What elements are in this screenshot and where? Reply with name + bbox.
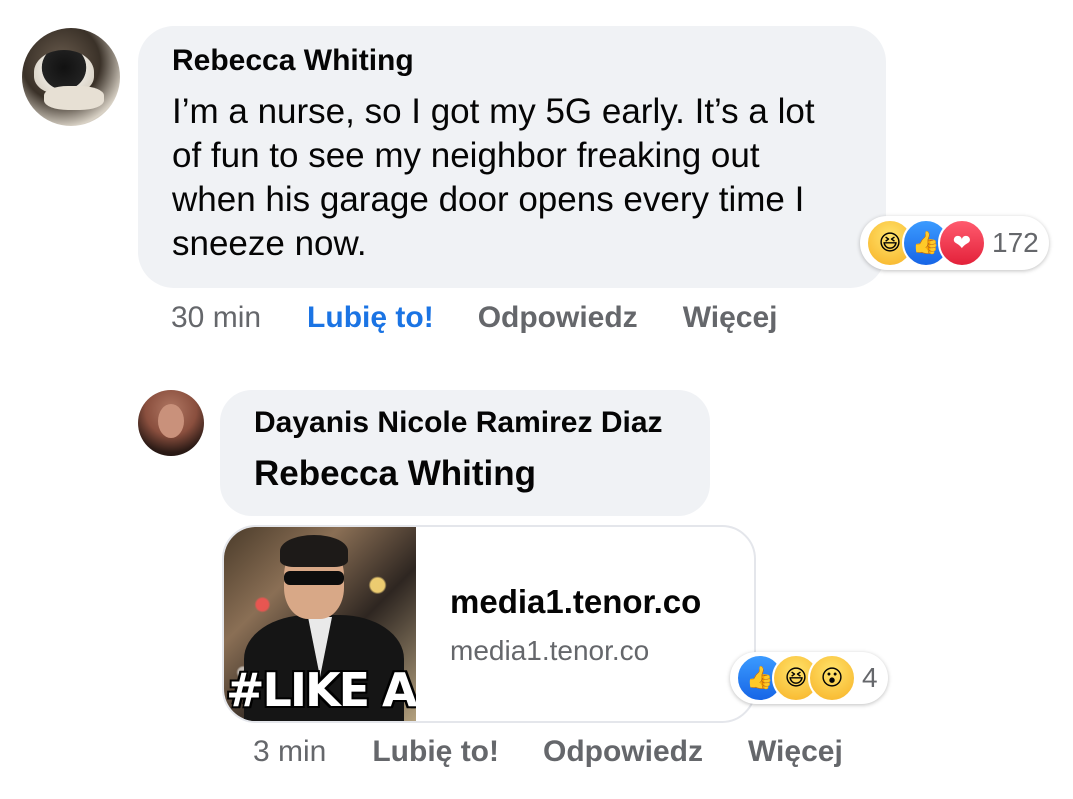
wow-icon: 😮: [808, 654, 856, 702]
link-title: media1.tenor.co: [450, 583, 702, 620]
link-preview-card[interactable]: #LIKE A BO media1.tenor.co media1.tenor.…: [222, 525, 756, 723]
sunglasses: [284, 571, 344, 585]
comment-timestamp[interactable]: 30 min: [171, 301, 261, 335]
avatar[interactable]: [138, 390, 204, 456]
avatar[interactable]: [22, 28, 120, 126]
link-domain: media1.tenor.co: [450, 635, 650, 666]
reaction-count: 4: [862, 662, 878, 693]
gif-caption: #LIKE A BO: [226, 663, 416, 717]
reply-button[interactable]: Odpowiedz: [543, 735, 703, 769]
comment-actions: 30 min Lubię to! Odpowiedz Więcej: [171, 296, 777, 340]
more-button[interactable]: Więcej: [683, 301, 778, 335]
mention-tag[interactable]: Rebecca Whiting: [254, 454, 536, 494]
comment-author[interactable]: Rebecca Whiting: [172, 44, 414, 78]
reply-bubble: Dayanis Nicole Ramirez Diaz Rebecca Whit…: [220, 390, 710, 516]
comment-text: I’m a nurse, so I got my 5G early. It’s …: [172, 92, 815, 263]
comment-bubble: Rebecca Whiting I’m a nurse, so I got my…: [138, 26, 886, 288]
reply-actions: 3 min Lubię to! Odpowiedz Więcej: [253, 730, 843, 774]
reply-author[interactable]: Dayanis Nicole Ramirez Diaz: [254, 406, 663, 440]
gif-thumbnail: #LIKE A BO: [224, 527, 416, 721]
like-button[interactable]: Lubię to!: [307, 301, 434, 335]
reactions-summary[interactable]: 👍 😆 😮 4: [730, 652, 888, 704]
more-button[interactable]: Więcej: [748, 735, 843, 769]
like-button[interactable]: Lubię to!: [372, 735, 499, 769]
reply-timestamp[interactable]: 3 min: [253, 735, 326, 769]
reaction-count: 172: [992, 227, 1039, 258]
reply-button[interactable]: Odpowiedz: [478, 301, 638, 335]
reactions-summary[interactable]: 😆 👍 ❤ 172: [860, 216, 1049, 270]
love-icon: ❤: [938, 219, 986, 267]
